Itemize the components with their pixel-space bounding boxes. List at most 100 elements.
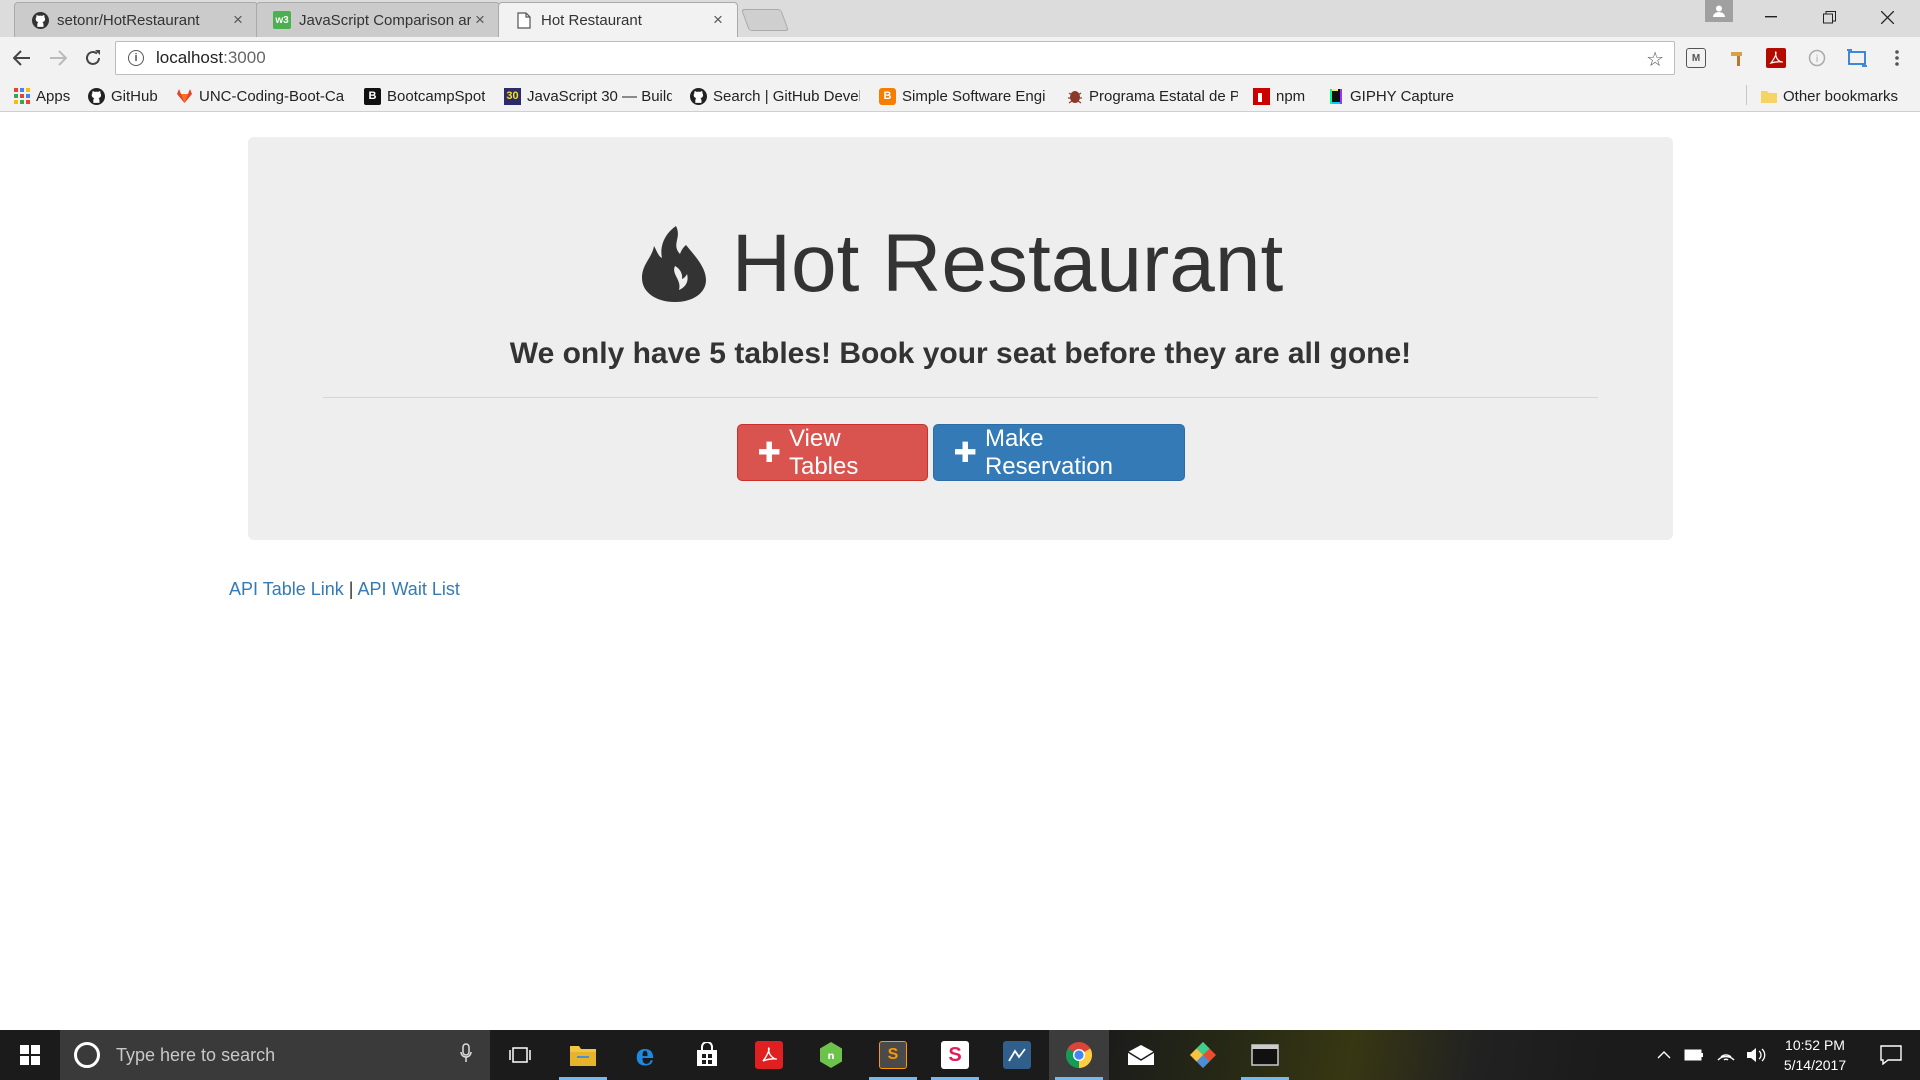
taskbar-clock[interactable]: 10:52 PM 5/14/2017	[1770, 1035, 1860, 1075]
close-window-button[interactable]	[1858, 0, 1916, 34]
close-icon[interactable]: ×	[229, 10, 247, 30]
tab-title: setonr/HotRestaurant	[57, 11, 200, 29]
store-icon	[697, 1042, 717, 1066]
api-table-link[interactable]: API Table Link	[229, 579, 344, 599]
acrobat-icon[interactable]	[1766, 48, 1786, 68]
microphone-icon[interactable]	[460, 1042, 472, 1068]
bug-icon	[1066, 88, 1083, 105]
bookmark-simple-software[interactable]: B Simple Software Engi	[879, 86, 1049, 106]
action-center-icon[interactable]	[1862, 1030, 1920, 1080]
jumbotron: Hot Restaurant We only have 5 tables! Bo…	[248, 137, 1673, 540]
tray-chevron-up-icon[interactable]	[1652, 1030, 1676, 1080]
windows-logo-icon	[20, 1045, 40, 1065]
bookmark-other-bookmarks[interactable]: Other bookmarks	[1760, 86, 1898, 106]
taskbar-file-explorer[interactable]	[553, 1030, 613, 1080]
minimize-button[interactable]	[1742, 0, 1800, 34]
divider	[323, 397, 1598, 398]
volume-icon[interactable]	[1742, 1030, 1770, 1080]
reload-button[interactable]	[79, 44, 107, 72]
acrobat-reader-icon	[755, 1041, 783, 1069]
mail-icon	[1127, 1045, 1155, 1065]
plus-icon: ✚	[757, 436, 781, 468]
svg-text:i: i	[1816, 54, 1819, 65]
taskbar-slack[interactable]: S	[925, 1030, 985, 1080]
close-icon[interactable]: ×	[709, 10, 727, 30]
taskbar-terminal[interactable]	[1235, 1030, 1295, 1080]
taskbar-search[interactable]: Type here to search	[60, 1030, 490, 1080]
menu-kebab-icon[interactable]	[1886, 47, 1908, 69]
taskbar-gitkraken[interactable]	[1173, 1030, 1233, 1080]
mysql-workbench-icon	[1003, 1041, 1031, 1069]
info-icon[interactable]: i	[128, 50, 144, 66]
taskbar-mysql-workbench[interactable]	[987, 1030, 1047, 1080]
sublime-text-icon: S	[879, 1041, 907, 1069]
tab-javascript-comparison[interactable]: w3 JavaScript Comparison ar ×	[256, 2, 500, 37]
view-tables-button[interactable]: ✚ View Tables	[736, 424, 928, 481]
tab-hotrestaurant-repo[interactable]: setonr/HotRestaurant ×	[14, 2, 258, 37]
browser-toolbar: i localhost:3000 ☆ M i	[0, 37, 1920, 79]
bookmark-javascript30[interactable]: 30 JavaScript 30 — Build	[504, 86, 672, 106]
clock-time: 10:52 PM	[1785, 1037, 1845, 1053]
taskbar-edge[interactable]: e	[615, 1030, 675, 1080]
taskbar-chrome[interactable]	[1049, 1030, 1109, 1080]
apps-grid-icon	[13, 88, 30, 105]
task-view-button[interactable]	[490, 1030, 550, 1080]
slack-icon: S	[941, 1041, 969, 1069]
taskbar-store[interactable]	[677, 1030, 737, 1080]
bookmark-unc-coding[interactable]: UNC-Coding-Boot-Ca	[176, 86, 348, 106]
edge-icon: e	[635, 1037, 655, 1073]
forward-button[interactable]	[44, 44, 72, 72]
bookmark-star-icon[interactable]: ☆	[1646, 47, 1664, 72]
bookmark-label: GitHub	[111, 87, 158, 105]
bookmarks-separator	[1746, 85, 1747, 105]
npm-icon	[1253, 87, 1270, 105]
make-reservation-button[interactable]: ✚ Make Reservation	[932, 424, 1185, 481]
bookmark-programa-estatal[interactable]: Programa Estatal de P	[1066, 86, 1238, 106]
url-host: localhost	[156, 48, 224, 67]
bookmark-giphy-capture[interactable]: GIPHY Capture	[1327, 86, 1454, 106]
api-links: API Table Link | API Wait List	[229, 579, 460, 600]
extension-circle-icon[interactable]: i	[1806, 47, 1828, 69]
back-button[interactable]	[8, 44, 36, 72]
javascript30-icon: 30	[504, 87, 521, 105]
bookmark-label: GIPHY Capture	[1350, 87, 1454, 105]
gitlab-icon	[176, 88, 193, 105]
tagline: We only have 5 tables! Book your seat be…	[509, 337, 1412, 370]
new-tab-button[interactable]	[740, 9, 790, 31]
chrome-icon	[1066, 1042, 1093, 1069]
terminal-icon	[1251, 1044, 1279, 1066]
profile-icon[interactable]	[1705, 0, 1733, 22]
bookmark-npm[interactable]: npm	[1253, 86, 1305, 106]
taskbar-mail[interactable]	[1111, 1030, 1171, 1080]
clock-date: 5/14/2017	[1783, 1057, 1847, 1073]
address-bar[interactable]: i localhost:3000 ☆	[115, 41, 1675, 75]
bookmark-bootcampspot[interactable]: B BootcampSpot	[364, 86, 485, 106]
page-title: Hot Restaurant	[731, 218, 1284, 309]
screen-capture-icon[interactable]	[1846, 47, 1868, 69]
svg-text:n: n	[827, 1051, 834, 1062]
battery-icon[interactable]	[1680, 1030, 1708, 1080]
taskbar-node[interactable]: n	[801, 1030, 861, 1080]
bookmark-label: Other bookmarks	[1783, 87, 1899, 105]
bookmark-label: Simple Software Engi	[902, 87, 1046, 105]
bookmark-github-search[interactable]: Search | GitHub Devel	[690, 86, 860, 106]
github-icon	[31, 11, 49, 29]
extension-m-icon[interactable]: M	[1686, 48, 1706, 68]
page-header: Hot Restaurant	[248, 217, 1673, 311]
cortana-icon	[74, 1042, 100, 1068]
bookmark-label: Search | GitHub Devel	[713, 87, 860, 105]
make-reservation-label: Make Reservation	[984, 424, 1114, 480]
tab-hot-restaurant[interactable]: Hot Restaurant ×	[498, 2, 738, 37]
close-icon[interactable]: ×	[471, 10, 489, 30]
taskbar: Type here to search e n S S 10:52 PM 5/1…	[0, 1030, 1920, 1080]
api-wait-list-link[interactable]: API Wait List	[357, 579, 459, 599]
taskbar-sublime[interactable]: S	[863, 1030, 923, 1080]
wifi-icon[interactable]	[1712, 1030, 1740, 1080]
bookmark-github[interactable]: GitHub	[88, 86, 158, 106]
taskbar-acrobat[interactable]	[739, 1030, 799, 1080]
restore-button[interactable]	[1800, 0, 1858, 34]
bookmark-apps[interactable]: Apps	[13, 86, 70, 106]
bookmark-label: Apps	[36, 87, 71, 105]
start-button[interactable]	[0, 1030, 60, 1080]
extension-hammer-icon[interactable]	[1727, 47, 1749, 69]
